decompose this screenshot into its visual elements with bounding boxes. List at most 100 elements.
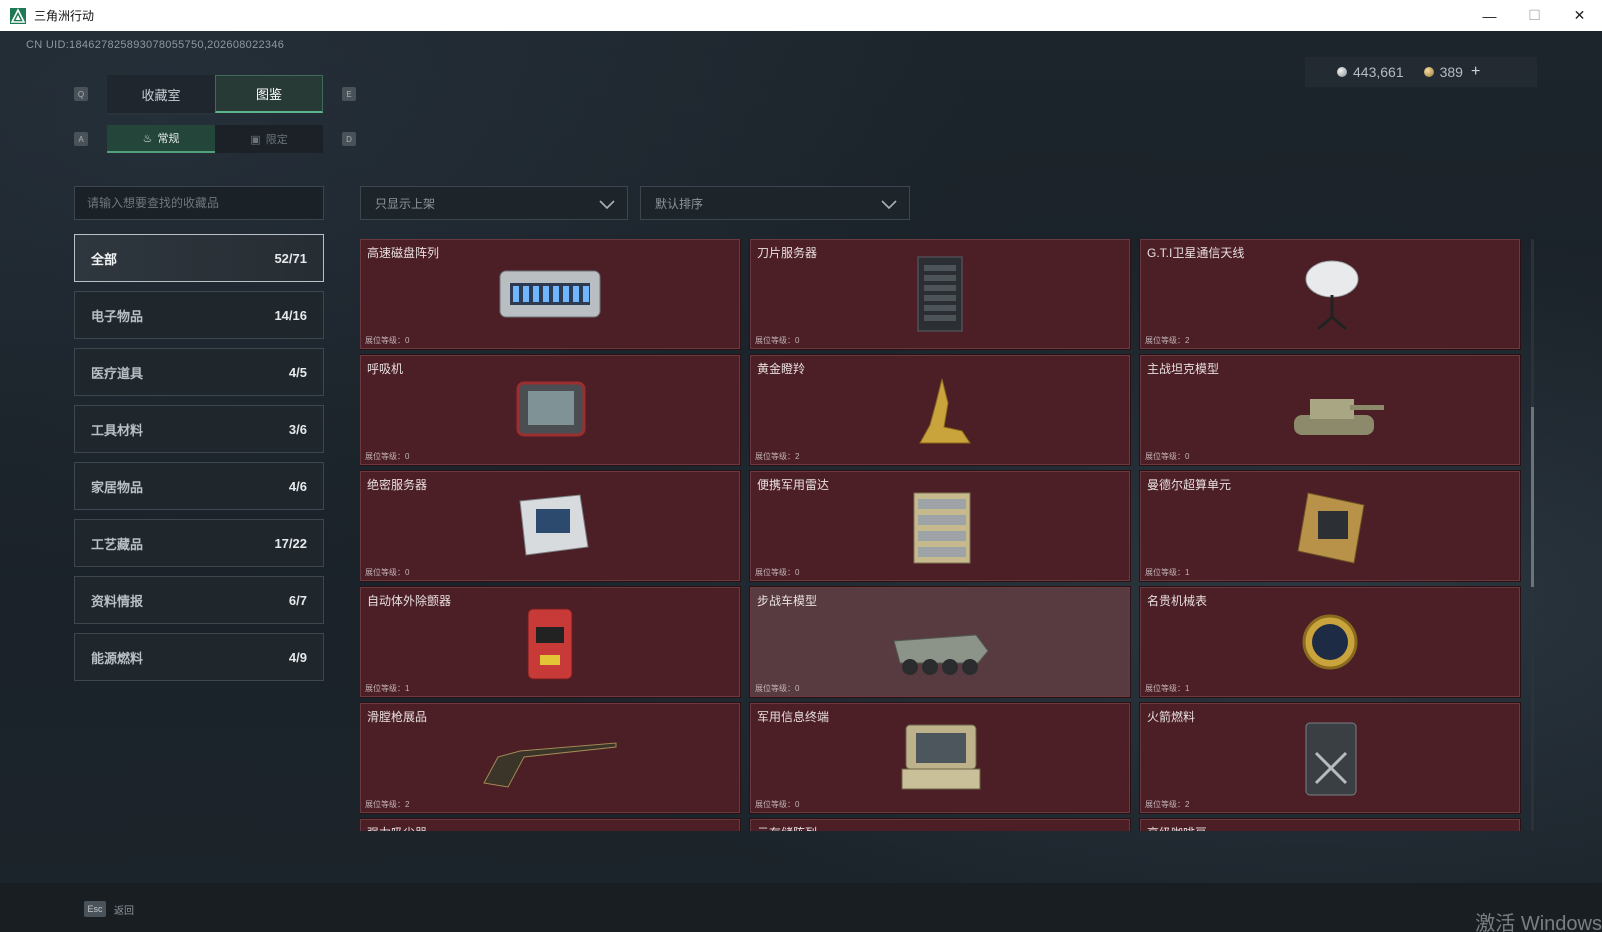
item-name: 云存储阵列 [757, 824, 817, 831]
item-name: 自动体外除颤器 [367, 594, 452, 608]
ventilator-icon [480, 365, 620, 455]
item-card[interactable]: 主战坦克模型展位等级：0 [1139, 354, 1521, 466]
category-item[interactable]: 能源燃料 4/9 [74, 633, 324, 681]
item-card[interactable]: 高速磁盘阵列展位等级：0 [360, 239, 741, 350]
item-level: 展位等级：2 [1145, 336, 1190, 345]
item-name: 便携军用雷达 [757, 478, 830, 492]
item-card[interactable]: 绝密服务器 展位等级：0 [360, 470, 741, 582]
item-card[interactable]: 曼德尔超算单元 展位等级：1 [1139, 470, 1521, 582]
item-level: 展位等级：0 [365, 336, 410, 345]
item-card[interactable]: 火箭燃料展位等级：2 [1139, 702, 1521, 814]
subtab-regular-label: 常规 [157, 133, 180, 145]
cloud-storage-icon [870, 829, 1010, 831]
item-card[interactable]: 自动体外除颤器 展位等级：1 [360, 586, 741, 698]
scroll-thumb[interactable] [1531, 407, 1534, 587]
item-card[interactable]: 呼吸机 展位等级：0 [360, 354, 741, 466]
maximize-button[interactable]: ☐ [1512, 0, 1557, 31]
item-level: 展位等级：1 [1145, 684, 1190, 693]
item-level: 展位等级：0 [1145, 452, 1190, 461]
item-grid: 高速磁盘阵列 展位等级：0 刀片服务器 展位等级：0 G.T.I卫星通信天线 展位等级：2… [360, 239, 1530, 831]
item-name: 强力吸尘器 [367, 824, 427, 831]
grid-scrollbar[interactable] [1531, 239, 1534, 831]
silver-coin-icon [1337, 67, 1347, 77]
item-name: 火箭燃料 [1147, 710, 1196, 724]
gold-amount: 389 [1439, 64, 1463, 80]
category-item[interactable]: 电子物品 14/16 [74, 291, 324, 339]
item-card[interactable]: 高级咖啡豆 [1139, 818, 1521, 831]
bottom-bar: Esc 返回 [0, 883, 1602, 932]
item-name: 绝密服务器 [367, 478, 428, 492]
sort-label: 默认排序 [655, 196, 704, 211]
window-titlebar: 三角洲行动 — ☐ ✕ [0, 0, 1602, 32]
listed-filter-dropdown[interactable]: 只显示上架 [360, 186, 628, 220]
item-name: 主战坦克模型 [1147, 362, 1220, 376]
category-label: 医疗道具 [91, 365, 144, 381]
item-name: 高速磁盘阵列 [367, 246, 440, 260]
item-card[interactable]: 滑膛枪展品 展位等级：2 [360, 702, 741, 814]
windows-watermark: 激活 Windows [1475, 913, 1602, 932]
search-input[interactable] [74, 186, 324, 220]
category-label: 工具材料 [91, 422, 144, 438]
category-label: 家居物品 [91, 479, 144, 495]
subtab-limited[interactable]: ▣ 限定 [215, 125, 323, 153]
item-card[interactable]: 步战车模型 展位等级：0 [749, 586, 1131, 698]
category-count: 4/9 [288, 649, 307, 665]
item-card[interactable]: 强力吸尘器 [360, 818, 741, 831]
secret-server-icon [480, 481, 620, 571]
musket-icon [480, 713, 620, 803]
item-card[interactable]: 黄金瞪羚 展位等级：2 [749, 354, 1131, 466]
subtab-limited-label: 限定 [265, 134, 288, 146]
category-label: 能源燃料 [91, 650, 144, 666]
item-level: 展位等级：2 [1145, 800, 1190, 809]
item-name: G.T.I卫星通信天线 [1147, 246, 1245, 260]
category-label: 电子物品 [91, 308, 144, 324]
item-level: 展位等级：2 [365, 800, 410, 809]
category-item[interactable]: 资料情报 6/7 [74, 576, 324, 624]
subtab-regular[interactable]: ♨ 常规 [107, 125, 215, 153]
category-item[interactable]: 医疗道具 4/5 [74, 348, 324, 396]
tank-model-icon [1260, 365, 1400, 455]
category-label: 资料情报 [91, 593, 144, 609]
currency-bar: 443,661 389 + [1305, 57, 1537, 87]
golden-gazelle-icon [870, 365, 1010, 455]
category-item[interactable]: 全部 52/71 [74, 234, 324, 282]
tab-catalog[interactable]: 图鉴 [215, 75, 323, 113]
portable-radar-icon [870, 481, 1010, 571]
category-item[interactable]: 家居物品 4/6 [74, 462, 324, 510]
item-card[interactable]: 刀片服务器 展位等级：0 [749, 239, 1131, 350]
item-card[interactable]: G.T.I卫星通信天线展位等级：2 [1139, 239, 1521, 350]
sort-dropdown[interactable]: 默认排序 [640, 186, 910, 220]
item-level: 展位等级：0 [755, 684, 800, 693]
category-item[interactable]: 工具材料 3/6 [74, 405, 324, 453]
item-name: 高级咖啡豆 [1147, 824, 1207, 831]
close-button[interactable]: ✕ [1557, 0, 1602, 31]
window-title: 三角洲行动 [34, 9, 95, 23]
item-name: 呼吸机 [367, 362, 404, 376]
minimize-button[interactable]: — [1467, 0, 1512, 31]
image-icon: ▣ [250, 133, 261, 146]
key-hint-e: E [342, 87, 356, 101]
game-view: CN UID:1846278258930780557​50,2026080223… [0, 31, 1602, 932]
add-currency-button[interactable]: + [1471, 63, 1480, 81]
item-card[interactable]: 便携军用雷达展位等级：0 [749, 470, 1131, 582]
category-count: 4/6 [288, 478, 307, 494]
category-item[interactable]: 工艺藏品 17/22 [74, 519, 324, 567]
item-card[interactable]: 名贵机械表 展位等级：1 [1139, 586, 1521, 698]
item-level: 展位等级：0 [755, 568, 800, 577]
rocket-fuel-icon [1260, 713, 1400, 803]
vacuum-icon [480, 829, 620, 831]
category-label: 全部 [91, 251, 118, 267]
category-count: 52/71 [274, 250, 307, 266]
category-label: 工艺藏品 [91, 536, 144, 552]
uid-label: CN UID:1846278258930780557​50,2026080223… [26, 39, 285, 51]
item-card[interactable]: 云存储阵列 [749, 818, 1131, 831]
item-card[interactable]: 军用信息终端 展位等级：0 [749, 702, 1131, 814]
tab-collection-room[interactable]: 收藏室 [107, 75, 215, 115]
blade-server-icon [870, 249, 1010, 339]
ifv-model-icon [870, 597, 1010, 687]
back-label[interactable]: 返回 [114, 902, 134, 917]
defibrillator-icon [480, 597, 620, 687]
military-terminal-icon [870, 713, 1010, 803]
esc-key-button[interactable]: Esc [84, 901, 106, 917]
item-name: 刀片服务器 [757, 246, 818, 260]
